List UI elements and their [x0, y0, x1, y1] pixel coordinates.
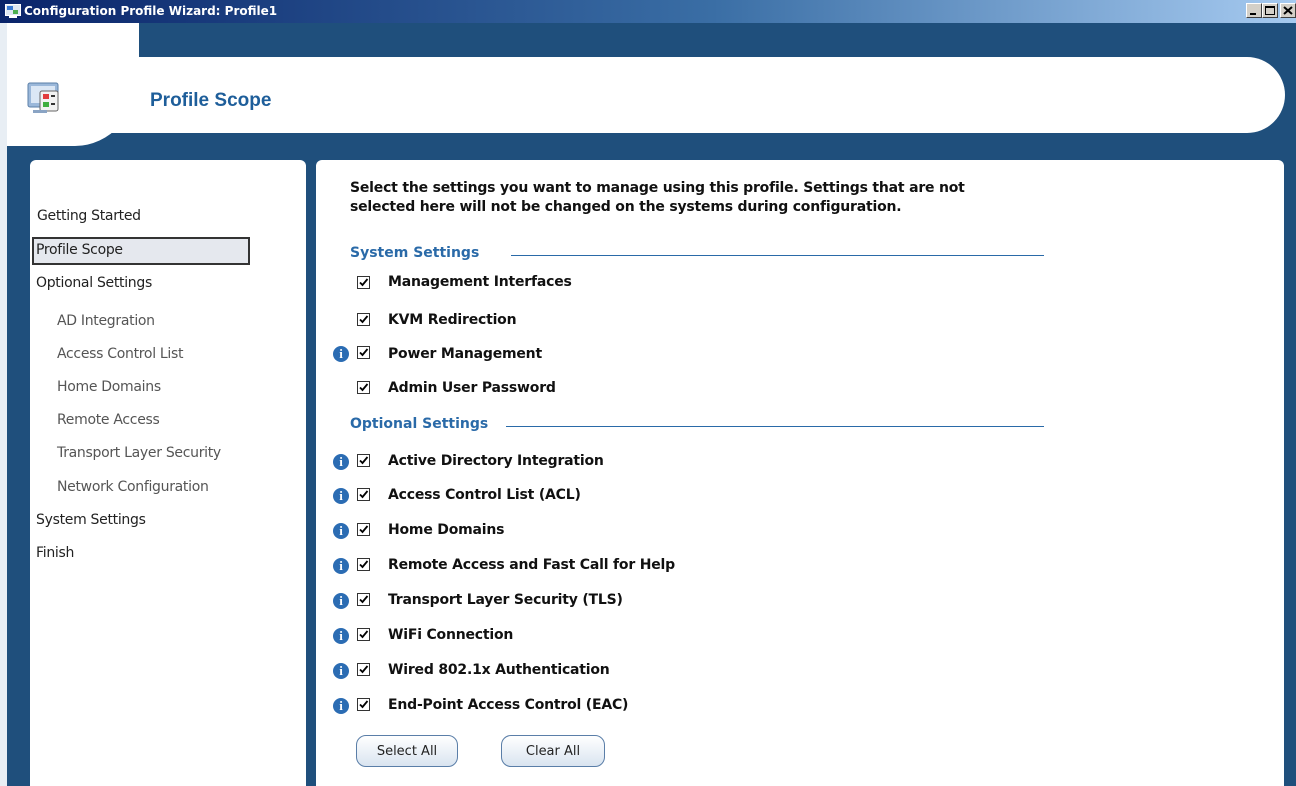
- sidebar-item-home-domains[interactable]: Home Domains: [57, 379, 161, 395]
- sidebar-item-transport-layer-security[interactable]: Transport Layer Security: [57, 445, 221, 461]
- window-left-border: [0, 23, 7, 786]
- minimize-icon: [1250, 13, 1256, 15]
- home-domains-label[interactable]: Home Domains: [388, 522, 504, 538]
- sidebar-item-system-settings[interactable]: System Settings: [36, 512, 146, 528]
- window-title: Configuration Profile Wizard: Profile1: [24, 4, 278, 18]
- admin-user-password-checkbox[interactable]: [357, 381, 370, 394]
- optional-settings-heading: Optional Settings: [350, 416, 489, 432]
- sidebar-item-access-control-list[interactable]: Access Control List: [57, 346, 184, 362]
- management-interfaces-checkbox[interactable]: [357, 276, 370, 289]
- acl-checkbox[interactable]: [357, 488, 370, 501]
- active-directory-checkbox[interactable]: [357, 454, 370, 467]
- checkmark-icon: [359, 525, 369, 534]
- checkmark-icon: [359, 700, 369, 709]
- wired-8021x-checkbox[interactable]: [357, 663, 370, 676]
- sidebar-item-getting-started[interactable]: Getting Started: [37, 208, 141, 224]
- remote-access-label[interactable]: Remote Access and Fast Call for Help: [388, 557, 675, 573]
- wired-8021x-label[interactable]: Wired 802.1x Authentication: [388, 662, 610, 678]
- page-title: Profile Scope: [150, 90, 272, 111]
- checkmark-icon: [359, 560, 369, 569]
- checkmark-icon: [359, 278, 369, 287]
- maximize-button[interactable]: [1262, 3, 1278, 18]
- select-all-button[interactable]: Select All: [356, 735, 458, 767]
- home-domains-info-icon[interactable]: i: [333, 523, 349, 539]
- eac-label[interactable]: End-Point Access Control (EAC): [388, 697, 628, 713]
- close-button[interactable]: [1280, 3, 1296, 18]
- sidebar-item-profile-scope[interactable]: Profile Scope: [36, 242, 123, 258]
- sidebar-item-network-configuration[interactable]: Network Configuration: [57, 479, 209, 495]
- management-interfaces-label[interactable]: Management Interfaces: [388, 274, 572, 290]
- eac-checkbox[interactable]: [357, 698, 370, 711]
- checkmark-icon: [359, 595, 369, 604]
- admin-user-password-label[interactable]: Admin User Password: [388, 380, 556, 396]
- checkmark-icon: [359, 383, 369, 392]
- kvm-redirection-label[interactable]: KVM Redirection: [388, 312, 517, 328]
- tls-info-icon[interactable]: i: [333, 593, 349, 609]
- sidebar-item-optional-settings[interactable]: Optional Settings: [36, 275, 152, 291]
- acl-info-icon[interactable]: i: [333, 488, 349, 504]
- system-settings-heading: System Settings: [350, 245, 480, 261]
- checkmark-icon: [359, 630, 369, 639]
- wizard-window: Configuration Profile Wizard: Profile1 P…: [0, 0, 1296, 786]
- tls-checkbox[interactable]: [357, 593, 370, 606]
- header-banner: [100, 57, 1285, 133]
- optional-settings-divider: [506, 426, 1044, 427]
- remote-access-checkbox[interactable]: [357, 558, 370, 571]
- wifi-info-icon[interactable]: i: [333, 628, 349, 644]
- acl-label[interactable]: Access Control List (ACL): [388, 487, 581, 503]
- close-icon: [1283, 6, 1293, 15]
- tls-label[interactable]: Transport Layer Security (TLS): [388, 592, 623, 608]
- wired-8021x-info-icon[interactable]: i: [333, 663, 349, 679]
- app-icon: [5, 4, 21, 18]
- checkmark-icon: [359, 456, 369, 465]
- wifi-checkbox[interactable]: [357, 628, 370, 641]
- intro-text-line-2: selected here will not be changed on the…: [350, 199, 902, 215]
- clear-all-button[interactable]: Clear All: [501, 735, 605, 767]
- checkmark-icon: [359, 348, 369, 357]
- title-bar[interactable]: Configuration Profile Wizard: Profile1: [0, 0, 1296, 23]
- system-settings-divider: [511, 255, 1044, 256]
- sidebar-item-finish[interactable]: Finish: [36, 545, 74, 561]
- sidebar-item-ad-integration[interactable]: AD Integration: [57, 313, 155, 329]
- wizard-computer-icon: [27, 82, 59, 113]
- home-domains-checkbox[interactable]: [357, 523, 370, 536]
- power-management-checkbox[interactable]: [357, 346, 370, 359]
- active-directory-label[interactable]: Active Directory Integration: [388, 453, 604, 469]
- checkmark-icon: [359, 665, 369, 674]
- wifi-label[interactable]: WiFi Connection: [388, 627, 513, 643]
- kvm-redirection-checkbox[interactable]: [357, 313, 370, 326]
- active-directory-info-icon[interactable]: i: [333, 454, 349, 470]
- intro-text-line-1: Select the settings you want to manage u…: [350, 180, 965, 196]
- eac-info-icon[interactable]: i: [333, 698, 349, 714]
- power-management-label[interactable]: Power Management: [388, 346, 542, 362]
- maximize-icon: [1265, 6, 1275, 15]
- checkmark-icon: [359, 490, 369, 499]
- minimize-button[interactable]: [1246, 3, 1262, 18]
- sidebar-item-remote-access[interactable]: Remote Access: [57, 412, 160, 428]
- power-management-info-icon[interactable]: i: [333, 346, 349, 362]
- checkmark-icon: [359, 315, 369, 324]
- remote-access-info-icon[interactable]: i: [333, 558, 349, 574]
